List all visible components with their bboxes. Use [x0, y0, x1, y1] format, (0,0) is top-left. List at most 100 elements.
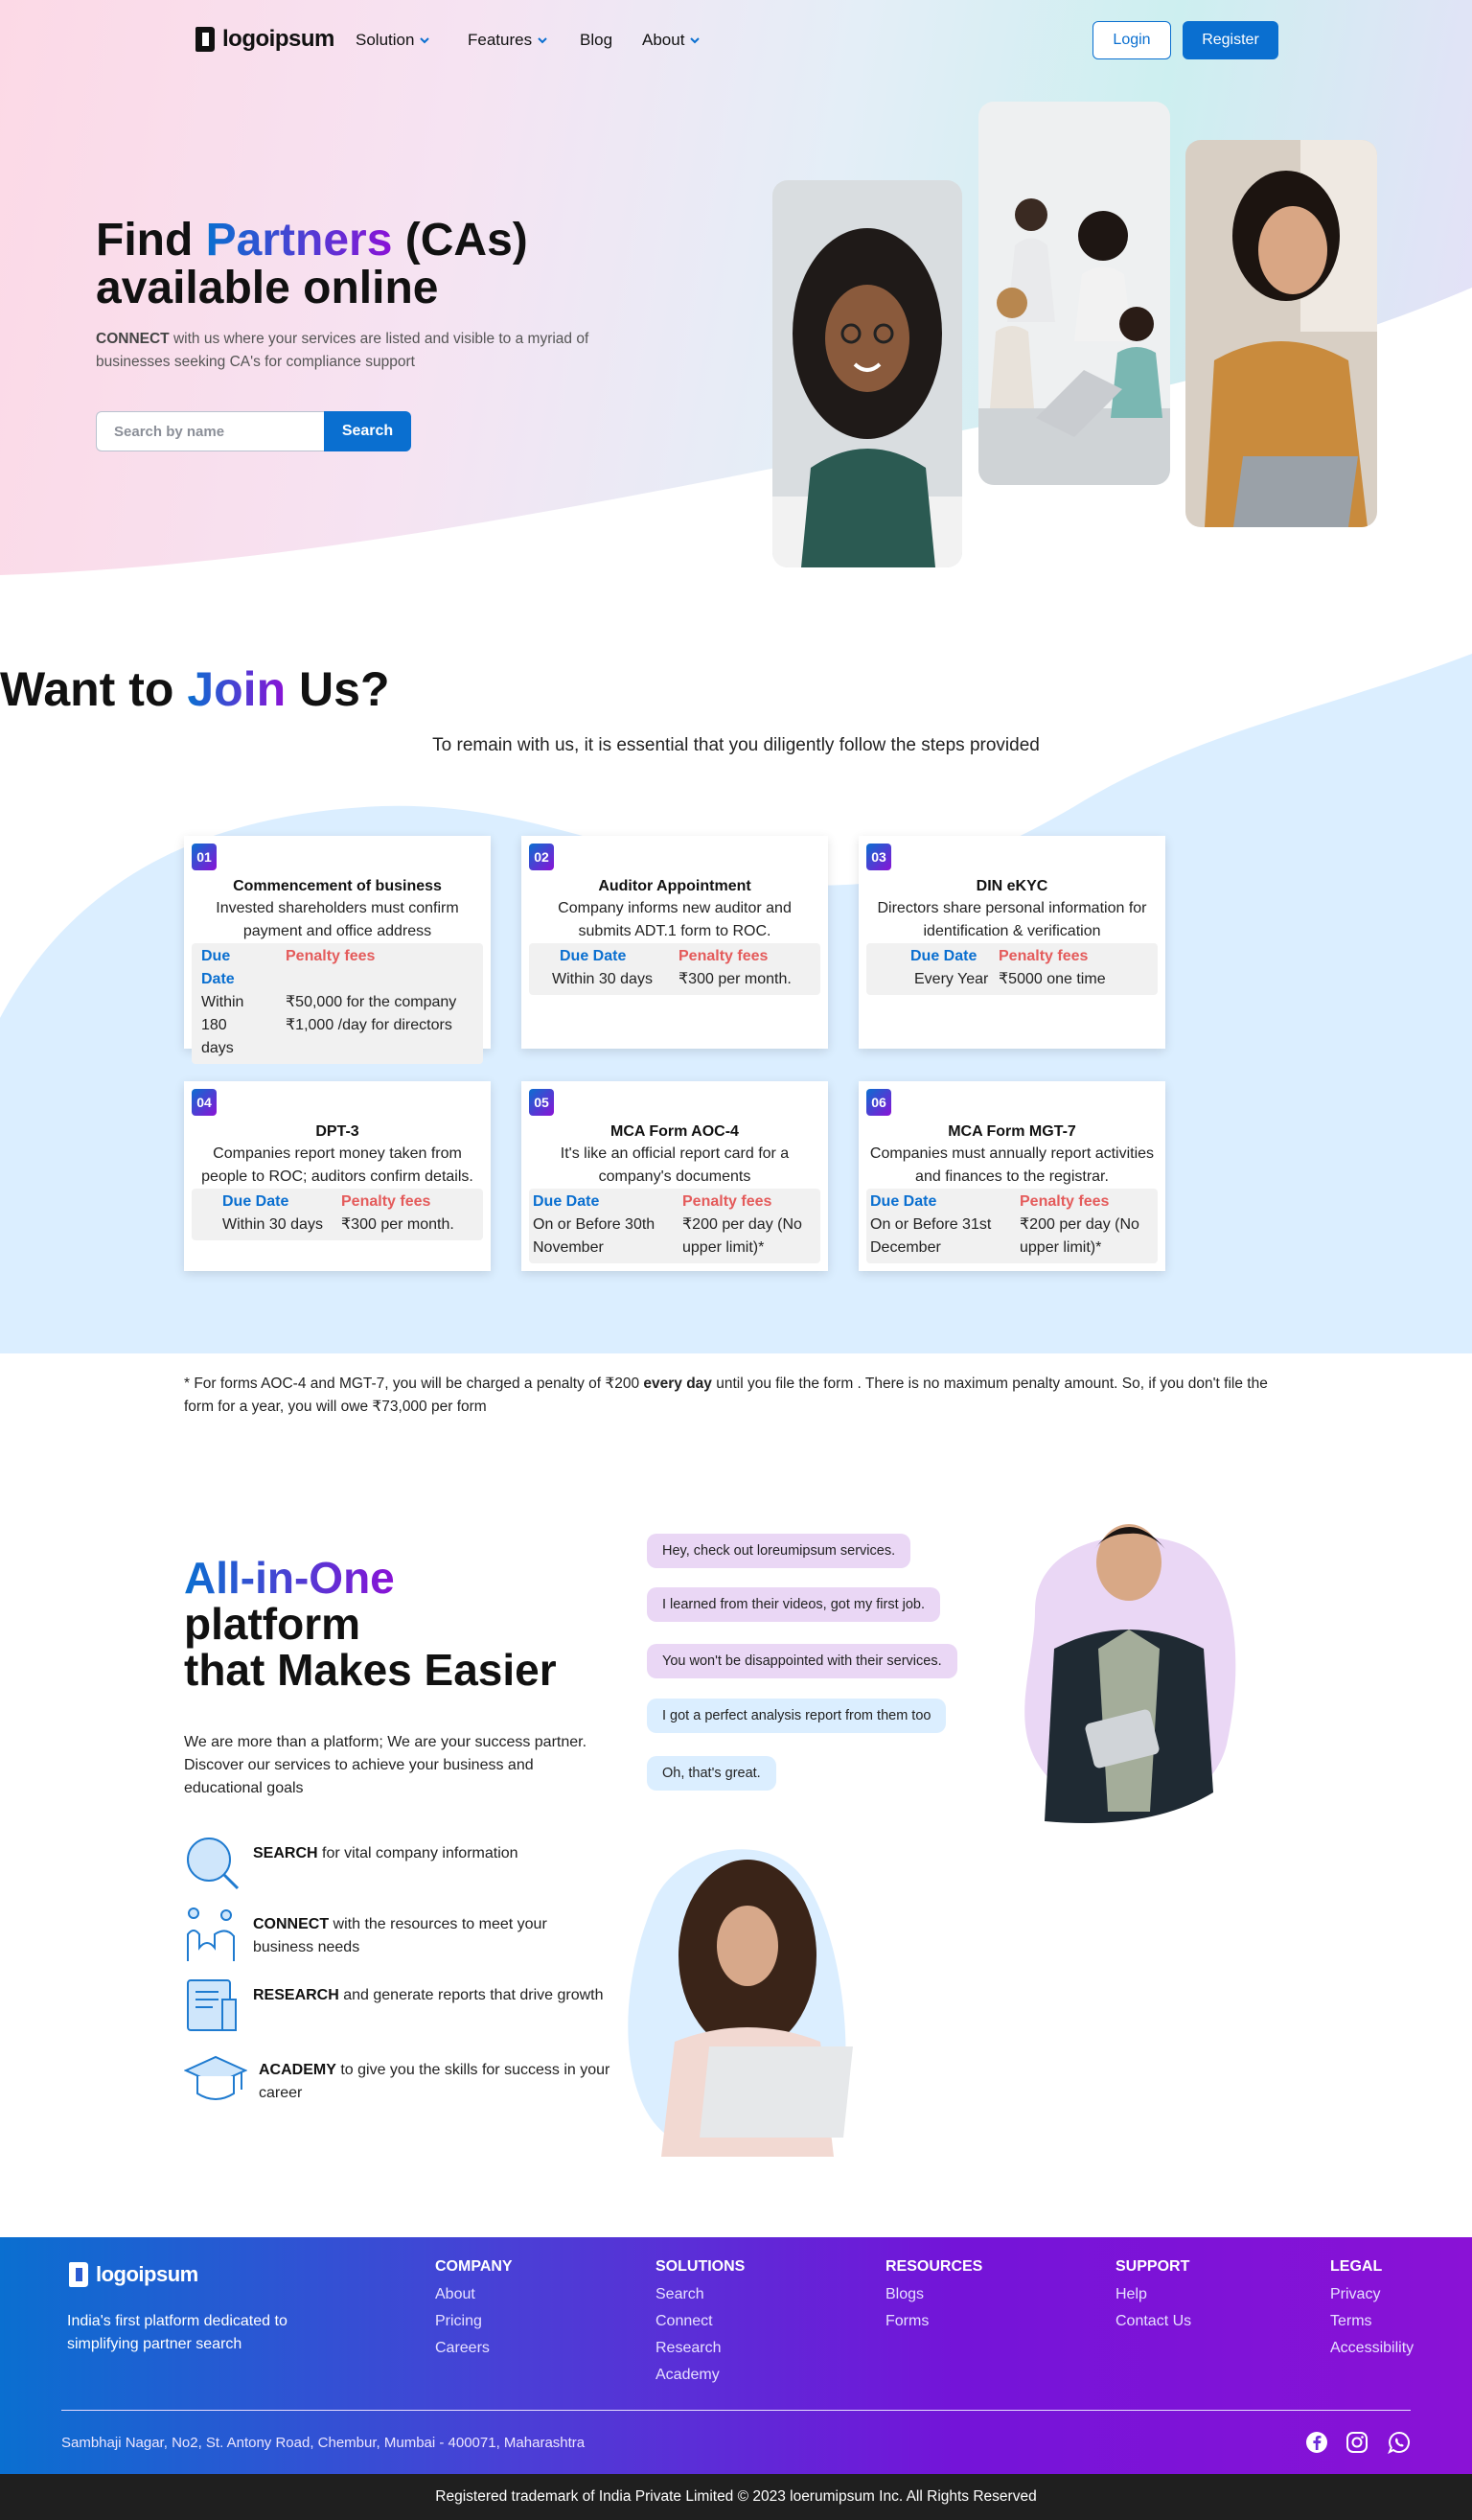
photo-man-with-tablet — [1024, 1524, 1236, 1823]
nav-about-label: About — [642, 31, 685, 49]
top-navigation: logoipsum Solution Features Blog About L… — [0, 0, 1472, 82]
footer-col-legal: LEGAL Privacy Terms Accessibility — [1330, 2258, 1414, 2362]
footer-link-forms[interactable]: Forms — [886, 2308, 982, 2335]
step-card-mgt7[interactable]: 06 MCA Form MGT-7 Companies must annuall… — [859, 1081, 1165, 1271]
step-card-commencement[interactable]: 01 Commencement of business Invested sha… — [184, 836, 491, 1064]
hero-title-cas: (CAs) — [404, 215, 528, 266]
logo[interactable]: logoipsum — [194, 25, 334, 54]
logo-mark-icon — [196, 27, 215, 52]
join-title-want: Want to — [0, 662, 174, 716]
nav-solution[interactable]: Solution — [356, 31, 430, 50]
join-title-us: Us? — [299, 662, 390, 716]
footer-link-pricing[interactable]: Pricing — [435, 2308, 513, 2335]
step-number-badge: 02 — [529, 844, 554, 870]
register-button[interactable]: Register — [1183, 21, 1278, 59]
join-title-join: Join — [187, 662, 287, 716]
step-card-title: DPT-3 — [315, 1123, 359, 1140]
step-card-title: Auditor Appointment — [598, 878, 751, 894]
nav-about[interactable]: About — [642, 31, 701, 50]
chat-bubble: You won't be disappointed with their ser… — [647, 1644, 957, 1678]
whatsapp-icon[interactable] — [1388, 2431, 1411, 2454]
step-number-badge: 04 — [192, 1089, 217, 1116]
footer-link-about[interactable]: About — [435, 2281, 513, 2308]
step-card-table: Due Date Penalty fees Every Year ₹5000 o… — [866, 943, 1158, 995]
footnote-emphasis: every day — [643, 1376, 712, 1392]
footer-logo-text: logoipsum — [96, 2262, 198, 2286]
footer-link-blogs[interactable]: Blogs — [886, 2281, 982, 2308]
copyright-bar: Registered trademark of India Private Li… — [0, 2474, 1472, 2520]
hero-subtitle-strong: CONNECT — [96, 331, 170, 347]
step-card-description: Companies must annually report activitie… — [869, 1145, 1155, 1185]
search-input[interactable] — [96, 411, 331, 451]
footer-col-title: LEGAL — [1330, 2258, 1383, 2275]
footer-link-terms[interactable]: Terms — [1330, 2308, 1414, 2335]
feature-research-strong: RESEARCH — [253, 1987, 339, 2003]
footer-link-careers[interactable]: Careers — [435, 2335, 513, 2362]
footer-col-resources: RESOURCES Blogs Forms — [886, 2258, 982, 2335]
penalty-header: Penalty fees — [682, 1193, 772, 1210]
aio-title-line3: that Makes Easier — [184, 1645, 557, 1695]
footer-col-company: COMPANY About Pricing Careers — [435, 2258, 513, 2362]
graduation-cap-icon — [184, 2055, 247, 2100]
step-card-din-ekyc[interactable]: 03 DIN eKYC Directors share personal inf… — [859, 836, 1165, 1049]
facebook-icon[interactable] — [1305, 2431, 1328, 2454]
hero-title-find: Find — [96, 215, 194, 266]
footer-link-search[interactable]: Search — [656, 2281, 745, 2308]
feature-academy-text: ACADEMY to give you the skills for succe… — [259, 2059, 613, 2105]
footer-link-contact-us[interactable]: Contact Us — [1116, 2308, 1191, 2335]
footer-link-research[interactable]: Research — [656, 2335, 745, 2362]
search-bar: Search — [96, 411, 412, 451]
step-card-aoc4[interactable]: 05 MCA Form AOC-4 It's like an official … — [521, 1081, 828, 1271]
login-button[interactable]: Login — [1092, 21, 1171, 59]
step-number-badge: 01 — [192, 844, 217, 870]
step-card-table: Due Date Penalty fees Within 30 days ₹30… — [529, 943, 820, 995]
step-card-table: Due Date Penalty fees On or Before 31st … — [866, 1189, 1158, 1263]
feature-search: SEARCH for vital company information — [184, 1835, 518, 1892]
due-date-header: Due Date — [910, 948, 978, 964]
chevron-down-icon — [420, 37, 430, 44]
due-date-value: Every Year — [914, 971, 989, 987]
hero-section: logoipsum Solution Features Blog About L… — [0, 0, 1472, 587]
hero-photo-team-at-laptop — [978, 102, 1170, 485]
nav-features[interactable]: Features — [468, 31, 548, 50]
due-date-header: Due Date — [533, 1193, 600, 1210]
chat-bubble: Hey, check out loreumipsum services. — [647, 1534, 911, 1568]
step-card-table: Due Date Penalty fees Within 30 days ₹30… — [192, 1189, 483, 1240]
penalty-value: ₹5000 one time — [999, 971, 1106, 987]
search-button[interactable]: Search — [324, 411, 411, 451]
penalty-value: ₹300 per month. — [341, 1216, 454, 1233]
footer-link-connect[interactable]: Connect — [656, 2308, 745, 2335]
footer-col-title: SOLUTIONS — [656, 2258, 746, 2275]
feature-academy: ACADEMY to give you the skills for succe… — [184, 2051, 613, 2109]
step-card-auditor[interactable]: 02 Auditor Appointment Company informs n… — [521, 836, 828, 1049]
nav-blog[interactable]: Blog — [580, 31, 612, 50]
feature-search-strong: SEARCH — [253, 1845, 318, 1861]
penalty-value: ₹300 per month. — [678, 971, 792, 987]
feature-research: RESEARCH and generate reports that drive… — [184, 1977, 604, 2034]
hero-title-partners: Partners — [205, 215, 393, 266]
footer-tagline: India's first platform dedicated to simp… — [67, 2313, 288, 2352]
step-card-title: DIN eKYC — [976, 878, 1048, 894]
footer-link-privacy[interactable]: Privacy — [1330, 2281, 1414, 2308]
aio-title-line2: platform — [184, 1599, 360, 1649]
due-date-header: Due Date — [560, 948, 627, 964]
chat-bubble: I learned from their videos, got my firs… — [647, 1587, 940, 1622]
footer-col-title: SUPPORT — [1116, 2258, 1190, 2275]
footer-link-accessibility[interactable]: Accessibility — [1330, 2335, 1414, 2362]
footer-link-academy[interactable]: Academy — [656, 2362, 745, 2389]
footer-logo[interactable]: logoipsum — [67, 2260, 198, 2289]
chevron-down-icon — [538, 37, 547, 44]
instagram-icon[interactable] — [1346, 2431, 1368, 2454]
due-date-value: Within 30 days — [222, 1216, 323, 1233]
step-card-title: MCA Form MGT-7 — [948, 1123, 1076, 1140]
step-card-dpt3[interactable]: 04 DPT-3 Companies report money taken fr… — [184, 1081, 491, 1271]
hero-subtitle: CONNECT with us where your services are … — [96, 328, 594, 374]
aio-title: All-in-One platform that Makes Easier — [184, 1555, 557, 1693]
hero-subtitle-rest: with us where your services are listed a… — [96, 331, 589, 370]
step-card-description: Directors share personal information for… — [877, 900, 1147, 939]
footer: logoipsum India's first platform dedicat… — [0, 2237, 1472, 2474]
footer-link-help[interactable]: Help — [1116, 2281, 1191, 2308]
penalty-header: Penalty fees — [341, 1193, 431, 1210]
feature-research-text: RESEARCH and generate reports that drive… — [253, 1984, 604, 2007]
step-card-title: MCA Form AOC-4 — [610, 1123, 739, 1140]
